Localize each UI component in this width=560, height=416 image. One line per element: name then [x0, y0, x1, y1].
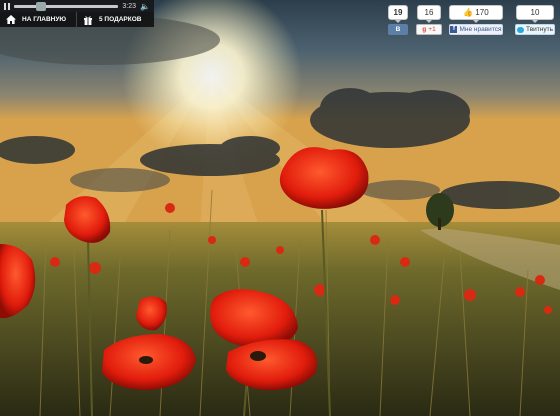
thumbs-up-icon: 👍: [463, 8, 474, 17]
home-link-label: НА ГЛАВНУЮ: [22, 16, 67, 23]
gplus-widget: 16 g +1: [416, 5, 442, 35]
seek-bar[interactable]: [14, 1, 119, 11]
tweet-button-label: Твитнуть: [526, 26, 553, 33]
vk-share-count: 19: [388, 5, 408, 23]
gifts-link[interactable]: 5 ПОДАРКОВ: [76, 12, 154, 27]
facebook-like-count-value: 170: [475, 8, 489, 17]
gplus-count: 16: [417, 5, 441, 23]
tweet-count: 10: [516, 5, 554, 23]
twitter-bird-icon: [517, 26, 525, 33]
gifts-link-label: 5 ПОДАРКОВ: [99, 16, 142, 23]
home-link[interactable]: НА ГЛАВНУЮ: [0, 12, 76, 27]
seek-thumb[interactable]: [36, 1, 46, 11]
gplus-icon: g: [422, 26, 427, 33]
gplus-button-label: +1: [428, 26, 436, 33]
gplus-button[interactable]: g +1: [416, 24, 442, 35]
facebook-icon: f: [450, 26, 458, 33]
top-nav: НА ГЛАВНУЮ 5 ПОДАРКОВ: [0, 12, 154, 27]
audio-player: 3:23 🔈: [0, 0, 154, 12]
vk-share-button[interactable]: В: [388, 24, 408, 35]
tweet-button[interactable]: Твитнуть: [515, 24, 555, 35]
facebook-like-widget: 👍 170 f Мне нравится: [449, 5, 503, 35]
home-icon: [4, 15, 18, 24]
facebook-like-count: 👍 170: [449, 5, 503, 23]
poppy-field-photo: [0, 0, 560, 416]
vk-share-widget: 19 В: [388, 5, 408, 35]
track-time: 3:23: [122, 2, 137, 10]
twitter-widget: 10 Твитнуть: [515, 5, 555, 35]
volume-icon[interactable]: 🔈: [140, 2, 150, 11]
pause-icon[interactable]: [4, 2, 10, 10]
facebook-like-label: Мне нравится: [459, 26, 502, 33]
gift-icon: [81, 15, 95, 25]
facebook-like-button[interactable]: f Мне нравится: [449, 24, 503, 35]
